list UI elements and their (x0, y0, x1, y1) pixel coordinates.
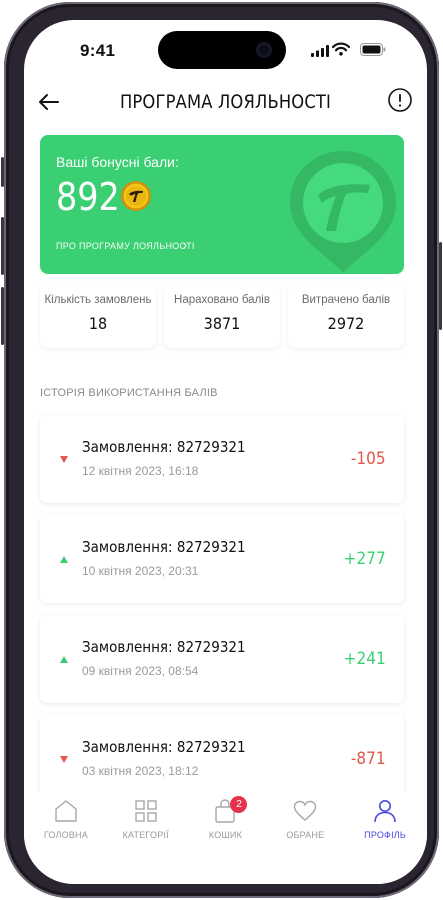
chevron-right-icon[interactable]: › (183, 238, 187, 252)
order-title: Замовлення: 82729321 (82, 738, 246, 756)
tab-favorites[interactable]: ОБРАНЕ (266, 792, 344, 884)
status-bar: 9:41 (24, 20, 427, 74)
stat-spent: Витрачено балів 2972 (288, 284, 404, 348)
stat-label: Кількість замовлень (44, 294, 152, 306)
app-screen: 9:41 ПРОГРАМА ЛОЯЛЬНОСТІ Ваші бонусні ба… (24, 20, 427, 884)
arrow-up-icon (60, 656, 68, 663)
stat-value: 18 (88, 314, 108, 333)
cart-count-badge: 2 (230, 796, 248, 813)
heart-icon (294, 800, 317, 821)
camera-icon (256, 42, 272, 58)
bonus-card: Ваші бонусні бали: 892 ПРО ПРОГРАМУ ЛОЯЛ… (40, 135, 404, 274)
tab-bar: ГОЛОВНА КАТЕГОРІЇ 2 КОШИК ОБРАНЕ ПРОФІЛЬ (24, 792, 427, 884)
stat-orders: Кількість замовлень 18 (40, 284, 156, 348)
arrow-up-icon (60, 556, 68, 563)
tab-profile[interactable]: ПРОФІЛЬ (346, 792, 424, 884)
brand-logo-icon (290, 151, 396, 273)
home-icon (55, 800, 77, 822)
loyalty-program-link[interactable]: ПРО ПРОГРАМУ ЛОЯЛЬНОСТІ (56, 241, 195, 251)
points-amount: -105 (351, 449, 386, 469)
tab-categories[interactable]: КАТЕГОРІЇ (107, 792, 185, 884)
points-amount: -871 (351, 749, 386, 769)
user-icon (374, 800, 396, 823)
tab-cart[interactable]: 2 КОШИК (186, 792, 264, 884)
order-date: 12 квітня 2023, 16:18 (82, 464, 199, 478)
volume-up-button (1, 217, 4, 275)
power-button (439, 242, 442, 330)
stat-value: 3871 (203, 314, 241, 333)
list-item[interactable]: Замовлення: 82729321 10 квітня 2023, 20:… (40, 515, 404, 603)
tab-home[interactable]: ГОЛОВНА (27, 792, 105, 884)
grid-icon (134, 800, 157, 822)
order-date: 09 квітня 2023, 08:54 (82, 664, 199, 678)
order-date: 03 квітня 2023, 18:12 (82, 764, 199, 778)
points-amount: +277 (343, 549, 386, 569)
history-section-title: ІСТОРІЯ ВИКОРИСТАННЯ БАЛІВ (40, 387, 218, 399)
tab-label: КОШИК (208, 830, 243, 840)
arrow-down-icon (60, 456, 68, 463)
list-item[interactable]: Замовлення: 82729321 12 квітня 2023, 16:… (40, 415, 404, 503)
battery-icon (360, 43, 386, 56)
info-icon[interactable] (387, 87, 413, 113)
order-title: Замовлення: 82729321 (82, 638, 246, 656)
stat-label: Нараховано балів (174, 294, 270, 306)
header: ПРОГРАМА ЛОЯЛЬНОСТІ (24, 82, 427, 122)
bonus-points-value: 892 (56, 175, 120, 219)
volume-down-button (1, 287, 4, 345)
mute-switch (1, 157, 4, 187)
order-title: Замовлення: 82729321 (82, 538, 246, 556)
cellular-signal-icon (311, 45, 329, 57)
bonus-label: Ваші бонусні бали: (56, 154, 179, 170)
stat-label: Витрачено балів (301, 294, 391, 306)
tab-label: КАТЕГОРІЇ (122, 830, 169, 840)
status-time: 9:41 (80, 41, 116, 60)
stat-value: 2972 (327, 314, 365, 333)
tab-label: ПРОФІЛЬ (364, 830, 406, 840)
list-item[interactable]: Замовлення: 82729321 03 квітня 2023, 18:… (40, 715, 404, 803)
coin-icon (121, 181, 151, 211)
points-amount: +241 (343, 649, 386, 669)
order-title: Замовлення: 82729321 (82, 438, 246, 456)
stats-row: Кількість замовлень 18 Нараховано балів … (40, 284, 404, 348)
list-item[interactable]: Замовлення: 82729321 09 квітня 2023, 08:… (40, 615, 404, 703)
arrow-down-icon (60, 756, 68, 763)
page-title: ПРОГРАМА ЛОЯЛЬНОСТІ (119, 91, 332, 113)
order-date: 10 квітня 2023, 20:31 (82, 564, 199, 578)
stat-accrued: Нараховано балів 3871 (164, 284, 280, 348)
tab-label: ОБРАНЕ (286, 830, 325, 840)
tab-label: ГОЛОВНА (43, 830, 88, 840)
phone-frame: 9:41 ПРОГРАМА ЛОЯЛЬНОСТІ Ваші бонусні ба… (1, 2, 442, 898)
wifi-icon (332, 42, 350, 56)
dynamic-island (158, 31, 286, 69)
